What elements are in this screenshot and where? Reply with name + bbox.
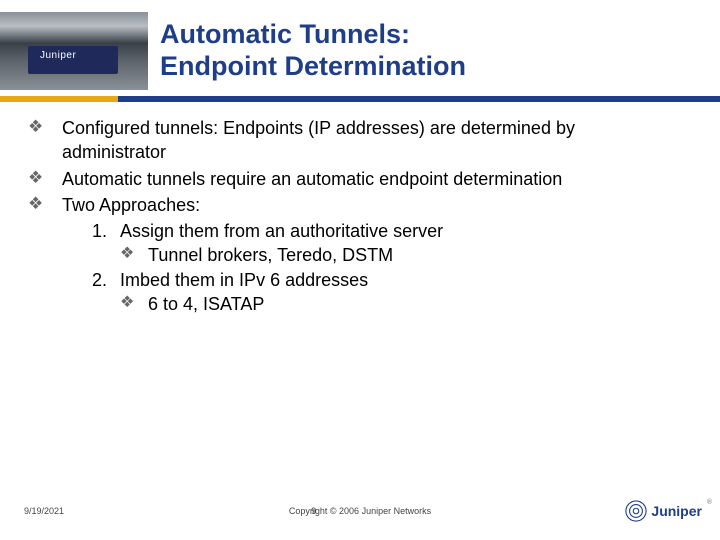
slide-body: ❖ Configured tunnels: Endpoints (IP addr… xyxy=(28,116,680,316)
sub-bullet-text: Tunnel brokers, Teredo, DSTM xyxy=(148,243,393,267)
logo-text-label: Juniper xyxy=(651,503,702,519)
sub-bullet-item: ❖ 6 to 4, ISATAP xyxy=(120,292,680,316)
diamond-bullet-icon: ❖ xyxy=(120,243,148,267)
header-product-image: Juniper xyxy=(0,12,148,90)
sub-bullet-text: 6 to 4, ISATAP xyxy=(148,292,264,316)
juniper-logo-icon xyxy=(625,500,647,522)
slide-header: Juniper Automatic Tunnels: Endpoint Dete… xyxy=(0,0,720,90)
item-number: 2. xyxy=(92,268,120,292)
header-image-label: Juniper xyxy=(40,50,76,61)
numbered-item: 2. Imbed them in IPv 6 addresses xyxy=(92,268,680,292)
title-line-1: Automatic Tunnels: xyxy=(160,19,410,49)
bullet-text: Automatic tunnels require an automatic e… xyxy=(62,167,680,191)
diamond-bullet-icon: ❖ xyxy=(28,193,62,217)
registered-icon: ® xyxy=(707,499,712,506)
slide-title: Automatic Tunnels: Endpoint Determinatio… xyxy=(160,12,466,83)
diamond-bullet-icon: ❖ xyxy=(28,167,62,191)
item-text: Assign them from an authoritative server xyxy=(120,219,443,243)
footer-copyright: Copyright © 2006 Juniper Networks xyxy=(0,506,720,516)
bullet-item: ❖ Automatic tunnels require an automatic… xyxy=(28,167,680,191)
slide-footer: 9/19/2021 Copyright © 2006 Juniper Netwo… xyxy=(0,500,720,522)
bullet-text: Configured tunnels: Endpoints (IP addres… xyxy=(62,116,680,165)
title-line-2: Endpoint Determination xyxy=(160,51,466,81)
juniper-logo: Juniper® xyxy=(625,500,702,522)
item-text: Imbed them in IPv 6 addresses xyxy=(120,268,368,292)
accent-blue xyxy=(118,96,720,102)
accent-bar xyxy=(0,96,720,102)
numbered-item: 1. Assign them from an authoritative ser… xyxy=(92,219,680,243)
diamond-bullet-icon: ❖ xyxy=(120,292,148,316)
diamond-bullet-icon: ❖ xyxy=(28,116,62,165)
bullet-item: ❖ Configured tunnels: Endpoints (IP addr… xyxy=(28,116,680,165)
bullet-text: Two Approaches: xyxy=(62,193,680,217)
item-number: 1. xyxy=(92,219,120,243)
sub-bullet-item: ❖ Tunnel brokers, Teredo, DSTM xyxy=(120,243,680,267)
accent-gold xyxy=(0,96,118,102)
bullet-item: ❖ Two Approaches: xyxy=(28,193,680,217)
juniper-logo-text: Juniper® xyxy=(651,503,702,519)
numbered-sublist: 1. Assign them from an authoritative ser… xyxy=(92,219,680,316)
